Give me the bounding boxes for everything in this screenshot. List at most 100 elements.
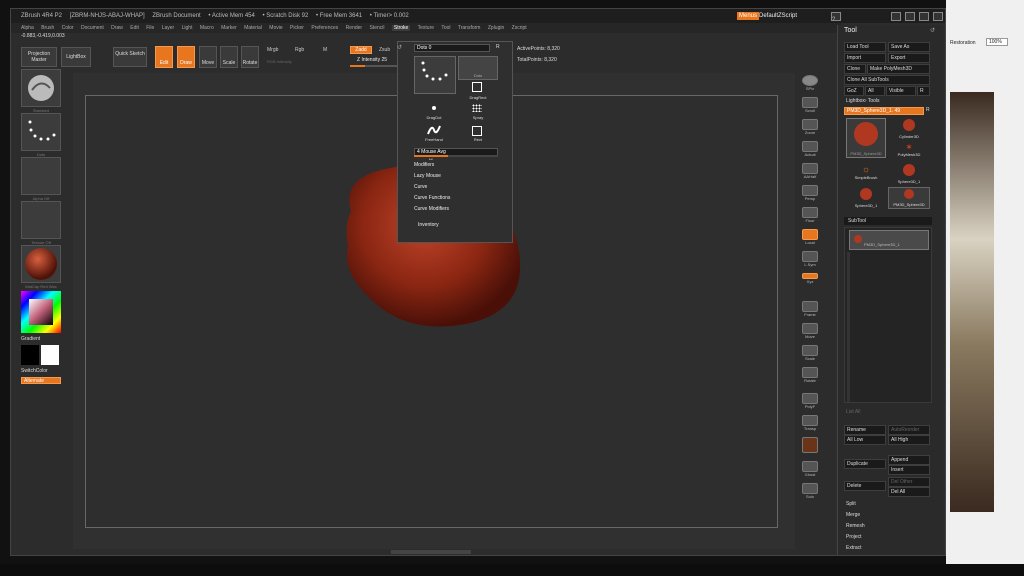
- remesh-button[interactable]: Remesh: [846, 523, 865, 529]
- ghost-button[interactable]: Ghost: [799, 461, 821, 477]
- menu-texture[interactable]: Texture: [418, 25, 434, 31]
- move-view-button[interactable]: Move: [799, 323, 821, 339]
- help-icon[interactable]: ?: [831, 12, 841, 23]
- menu-brush[interactable]: Brush: [41, 25, 54, 31]
- actual-button[interactable]: Actual: [799, 141, 821, 157]
- menu-light[interactable]: Light: [182, 25, 193, 31]
- all-low-button[interactable]: All Low: [844, 435, 886, 445]
- all-high-button[interactable]: All High: [888, 435, 930, 445]
- list-all-button[interactable]: List All: [846, 409, 860, 415]
- del-all-button[interactable]: Del All: [888, 487, 930, 497]
- stroke-dragdot-button[interactable]: DragDot: [414, 102, 454, 122]
- tool-thumb-sphere-small[interactable]: Sphere3D_1: [846, 187, 886, 209]
- minimize-icon[interactable]: [891, 12, 901, 21]
- material-swatch-button[interactable]: [799, 437, 821, 453]
- material-thumbnail[interactable]: [21, 245, 61, 283]
- tool-thumb-pm3d-sphere[interactable]: PM3D_Sphere3D: [846, 118, 886, 158]
- menu-zscript[interactable]: Zscript: [512, 25, 527, 31]
- menu-curve-modifiers[interactable]: Curve Modifiers: [414, 206, 449, 212]
- secondary-color-swatch[interactable]: [41, 345, 59, 365]
- bottom-tray-handle[interactable]: [391, 550, 471, 554]
- delete-button[interactable]: Delete: [844, 481, 886, 491]
- solo-button[interactable]: Solo: [799, 483, 821, 499]
- main-color-swatch[interactable]: [21, 345, 39, 365]
- xyz-button[interactable]: Xyz: [799, 273, 821, 284]
- m-button[interactable]: M: [323, 47, 327, 53]
- stroke-pin-icon[interactable]: ↺: [397, 44, 402, 51]
- project-button[interactable]: Project: [846, 534, 862, 540]
- switch-color-button[interactable]: SwitchColor: [21, 368, 48, 374]
- local-button[interactable]: Local: [799, 229, 821, 245]
- current-tool-slider[interactable]: PM3D_Sphere3D_1. 49: [844, 107, 924, 115]
- menus-button[interactable]: Menus: [737, 12, 760, 20]
- clone-button[interactable]: Clone: [844, 64, 866, 74]
- lightbox-tools-button[interactable]: Lightbox› Tools: [846, 98, 880, 104]
- menu-preferences[interactable]: Preferences: [311, 25, 338, 31]
- zoom-button[interactable]: Zoom: [799, 119, 821, 135]
- polyf-button[interactable]: PolyF: [799, 393, 821, 409]
- goz-button[interactable]: GoZ: [844, 86, 864, 96]
- z-intensity-slider[interactable]: Z Intensity 25: [357, 57, 387, 63]
- subtool-scrollbar[interactable]: [847, 252, 850, 402]
- texture-thumbnail[interactable]: [21, 201, 61, 239]
- subtool-item[interactable]: PM3D_Sphere3D_1: [849, 230, 929, 250]
- make-polymesh-button[interactable]: Make PolyMesh3D: [867, 64, 930, 74]
- menu-stroke[interactable]: Stroke: [391, 25, 411, 31]
- menu-material[interactable]: Material: [244, 25, 262, 31]
- scale-view-button[interactable]: Scale: [799, 345, 821, 361]
- brush-thumbnail[interactable]: [21, 69, 61, 107]
- menu-curve[interactable]: Curve: [414, 184, 427, 190]
- split-button[interactable]: Split: [846, 501, 856, 507]
- append-button[interactable]: Append: [888, 455, 930, 465]
- merge-button[interactable]: Merge: [846, 512, 860, 518]
- tool-palette-refresh-icon[interactable]: ↺: [930, 27, 935, 34]
- current-tool-r-button[interactable]: R: [926, 107, 930, 113]
- rgb-button[interactable]: Rgb: [295, 47, 304, 53]
- rotate-view-button[interactable]: Rotate: [799, 367, 821, 383]
- stroke-thumb-dots-large[interactable]: [414, 56, 456, 94]
- persp-button[interactable]: Persp: [799, 185, 821, 201]
- scroll-button[interactable]: Scroll: [799, 97, 821, 113]
- menu-macro[interactable]: Macro: [200, 25, 214, 31]
- menu-zplugin[interactable]: Zplugin: [488, 25, 504, 31]
- scale-button[interactable]: Scale: [220, 46, 238, 68]
- stroke-dots-button[interactable]: Dots: [458, 56, 498, 80]
- menu-document[interactable]: Document: [81, 25, 104, 31]
- quick-sketch-button[interactable]: Quick Sketch: [113, 47, 147, 67]
- maximize-icon[interactable]: [905, 12, 915, 21]
- menu-layer[interactable]: Layer: [162, 25, 175, 31]
- menu-render[interactable]: Render: [346, 25, 362, 31]
- move-button[interactable]: Move: [199, 46, 217, 68]
- insert-button[interactable]: Insert: [888, 465, 930, 475]
- dots-slider[interactable]: Dots 0: [414, 44, 490, 52]
- menu-file[interactable]: File: [146, 25, 154, 31]
- menu-picker[interactable]: Picker: [290, 25, 304, 31]
- menu-curve-functions[interactable]: Curve Functions: [414, 195, 450, 201]
- transp-button[interactable]: Transp: [799, 415, 821, 431]
- color-picker[interactable]: [21, 291, 61, 333]
- zoom-select[interactable]: 100%: [986, 38, 1008, 46]
- rgb-intensity-slider[interactable]: RGB Intensity: [267, 59, 292, 64]
- rotate-button[interactable]: Rotate: [241, 46, 259, 68]
- default-zscript-button[interactable]: DefaultZScript: [759, 12, 797, 20]
- frame-button[interactable]: Frame: [799, 301, 821, 317]
- goz-r-button[interactable]: R: [917, 86, 930, 96]
- gradient-label[interactable]: Gradient: [21, 336, 40, 342]
- tool-thumb-cylinder3d[interactable]: Cylinder3D: [888, 118, 930, 140]
- lsym-button[interactable]: L.Sym: [799, 251, 821, 267]
- tool-thumb-pm3d-sphere-2[interactable]: PM3D_Sphere3D: [888, 187, 930, 209]
- menu-alpha[interactable]: Alpha: [21, 25, 34, 31]
- close-icon[interactable]: [919, 12, 929, 21]
- import-button[interactable]: Import: [844, 53, 886, 63]
- zsub-button[interactable]: Zsub: [379, 47, 390, 53]
- menu-modifiers[interactable]: Modifiers: [414, 162, 434, 168]
- dots-reset-button[interactable]: R: [496, 44, 500, 50]
- save-as-button[interactable]: Save As: [888, 42, 930, 52]
- del-other-button[interactable]: Del Other: [888, 477, 930, 487]
- load-tool-button[interactable]: Load Tool: [844, 42, 886, 52]
- clone-all-subtools-button[interactable]: Clone All SubTools: [844, 75, 930, 85]
- menu-movie[interactable]: Movie: [269, 25, 282, 31]
- all-button[interactable]: All: [865, 86, 885, 96]
- export-button[interactable]: Export: [888, 53, 930, 63]
- menu-inventory[interactable]: Inventory: [418, 222, 439, 228]
